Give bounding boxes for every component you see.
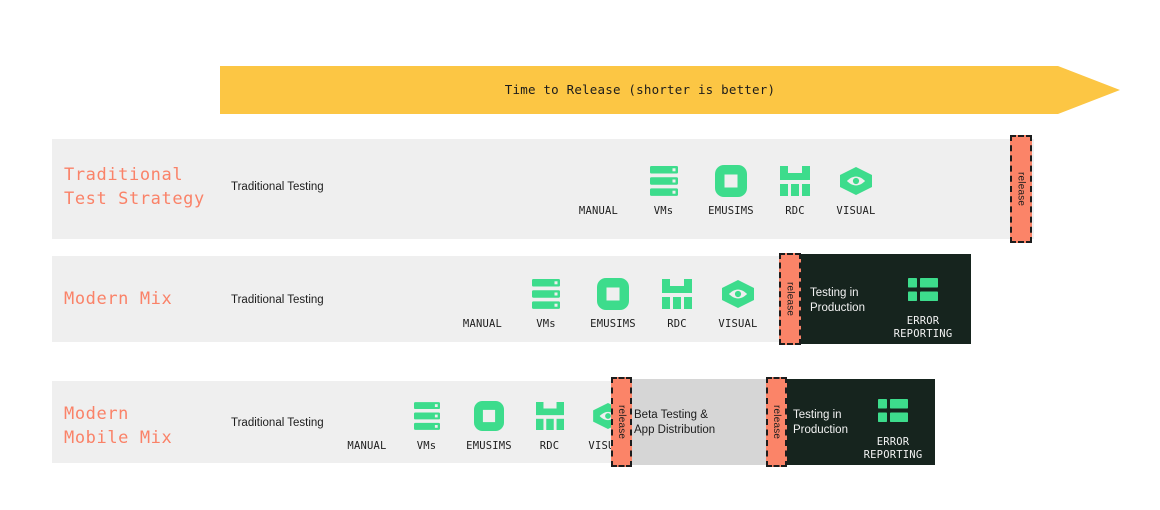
testing-in-production-panel: Testing in Production ERROR REPORTING — [782, 254, 971, 344]
release-marker[interactable]: release — [611, 377, 632, 467]
tool-rdc: RDC — [523, 399, 576, 452]
tool-rdc: RDC — [649, 277, 705, 330]
tool-label: MANUAL — [578, 205, 619, 217]
tool-label: VISUAL — [836, 205, 876, 217]
tool-label: RDC — [667, 318, 687, 330]
emusims-icon — [474, 399, 504, 433]
tool-manual: MANUAL — [565, 164, 632, 217]
tool-visual: VISUAL — [823, 164, 889, 217]
tool-label: VMs — [653, 205, 674, 217]
tool-emusims: EMUSIMS — [577, 277, 649, 330]
testing-in-production-panel: Testing in Production ERROR REPORTING — [785, 379, 935, 465]
traditional-testing-label: Traditional Testing — [231, 294, 324, 306]
tool-label: EMUSIMS — [590, 318, 636, 330]
tool-label: MANUAL — [347, 440, 387, 452]
tool-vms: VMs — [632, 164, 695, 217]
panel-label: Testing in Production — [793, 409, 848, 436]
tool-icon-group: MANUAL VMs EMUSIMS RDC VISUAL — [336, 392, 640, 452]
visual-icon — [840, 164, 872, 198]
tool-vms: VMs — [515, 277, 577, 330]
error-reporting-label: ERROR REPORTING — [893, 315, 953, 340]
traditional-testing-label: Traditional Testing — [231, 181, 324, 193]
tool-icon-group: MANUAL VMs EMUSIMS RDC VISUAL — [450, 268, 771, 330]
tool-label: VISUAL — [718, 318, 758, 330]
tool-icon-group: MANUAL VMs EMUSIMS RDC VISUAL — [565, 155, 889, 217]
error-reporting-block: ERROR REPORTING — [855, 399, 931, 462]
tool-emusims: EMUSIMS — [455, 399, 523, 452]
arrow-label: Time to Release (shorter is better) — [504, 82, 776, 97]
rdc-icon — [662, 277, 692, 311]
beta-testing-panel: Beta Testing & App Distribution — [618, 379, 766, 465]
panel-label: Beta Testing & App Distribution — [634, 409, 716, 436]
release-label: release — [616, 404, 627, 440]
error-reporting-label: ERROR REPORTING — [863, 436, 923, 461]
tool-label: VMs — [416, 440, 437, 452]
error-reporting-block: ERROR REPORTING — [883, 278, 963, 341]
tool-rdc: RDC — [767, 164, 823, 217]
tool-vms: VMs — [398, 399, 455, 452]
vms-icon — [532, 277, 560, 311]
visual-icon — [722, 277, 754, 311]
time-to-release-arrow: Time to Release (shorter is better) — [220, 66, 1120, 114]
tool-label: EMUSIMS — [708, 205, 754, 217]
release-marker[interactable]: release — [779, 253, 801, 345]
release-marker[interactable]: release — [1010, 135, 1032, 243]
emusims-icon — [597, 277, 629, 311]
vms-icon — [649, 164, 678, 198]
release-label: release — [771, 404, 782, 440]
tool-label: EMUSIMS — [466, 440, 512, 452]
tool-label: VMs — [536, 318, 556, 330]
tool-visual: VISUAL — [705, 277, 771, 330]
error-reporting-icon — [908, 278, 938, 307]
vms-icon — [413, 399, 440, 433]
tool-label: RDC — [785, 205, 805, 217]
release-label: release — [784, 281, 796, 317]
error-reporting-icon — [878, 399, 908, 428]
release-marker[interactable]: release — [766, 377, 787, 467]
tool-manual: MANUAL — [336, 399, 398, 452]
tool-manual: MANUAL — [450, 277, 515, 330]
rdc-icon — [535, 399, 564, 433]
tool-emusims: EMUSIMS — [695, 164, 767, 217]
tool-label: RDC — [539, 440, 560, 452]
tool-label: MANUAL — [462, 318, 503, 330]
rdc-icon — [780, 164, 810, 198]
release-label: release — [1015, 171, 1027, 207]
panel-label: Testing in Production — [810, 287, 865, 314]
emusims-icon — [715, 164, 747, 198]
traditional-testing-label: Traditional Testing — [231, 417, 324, 429]
